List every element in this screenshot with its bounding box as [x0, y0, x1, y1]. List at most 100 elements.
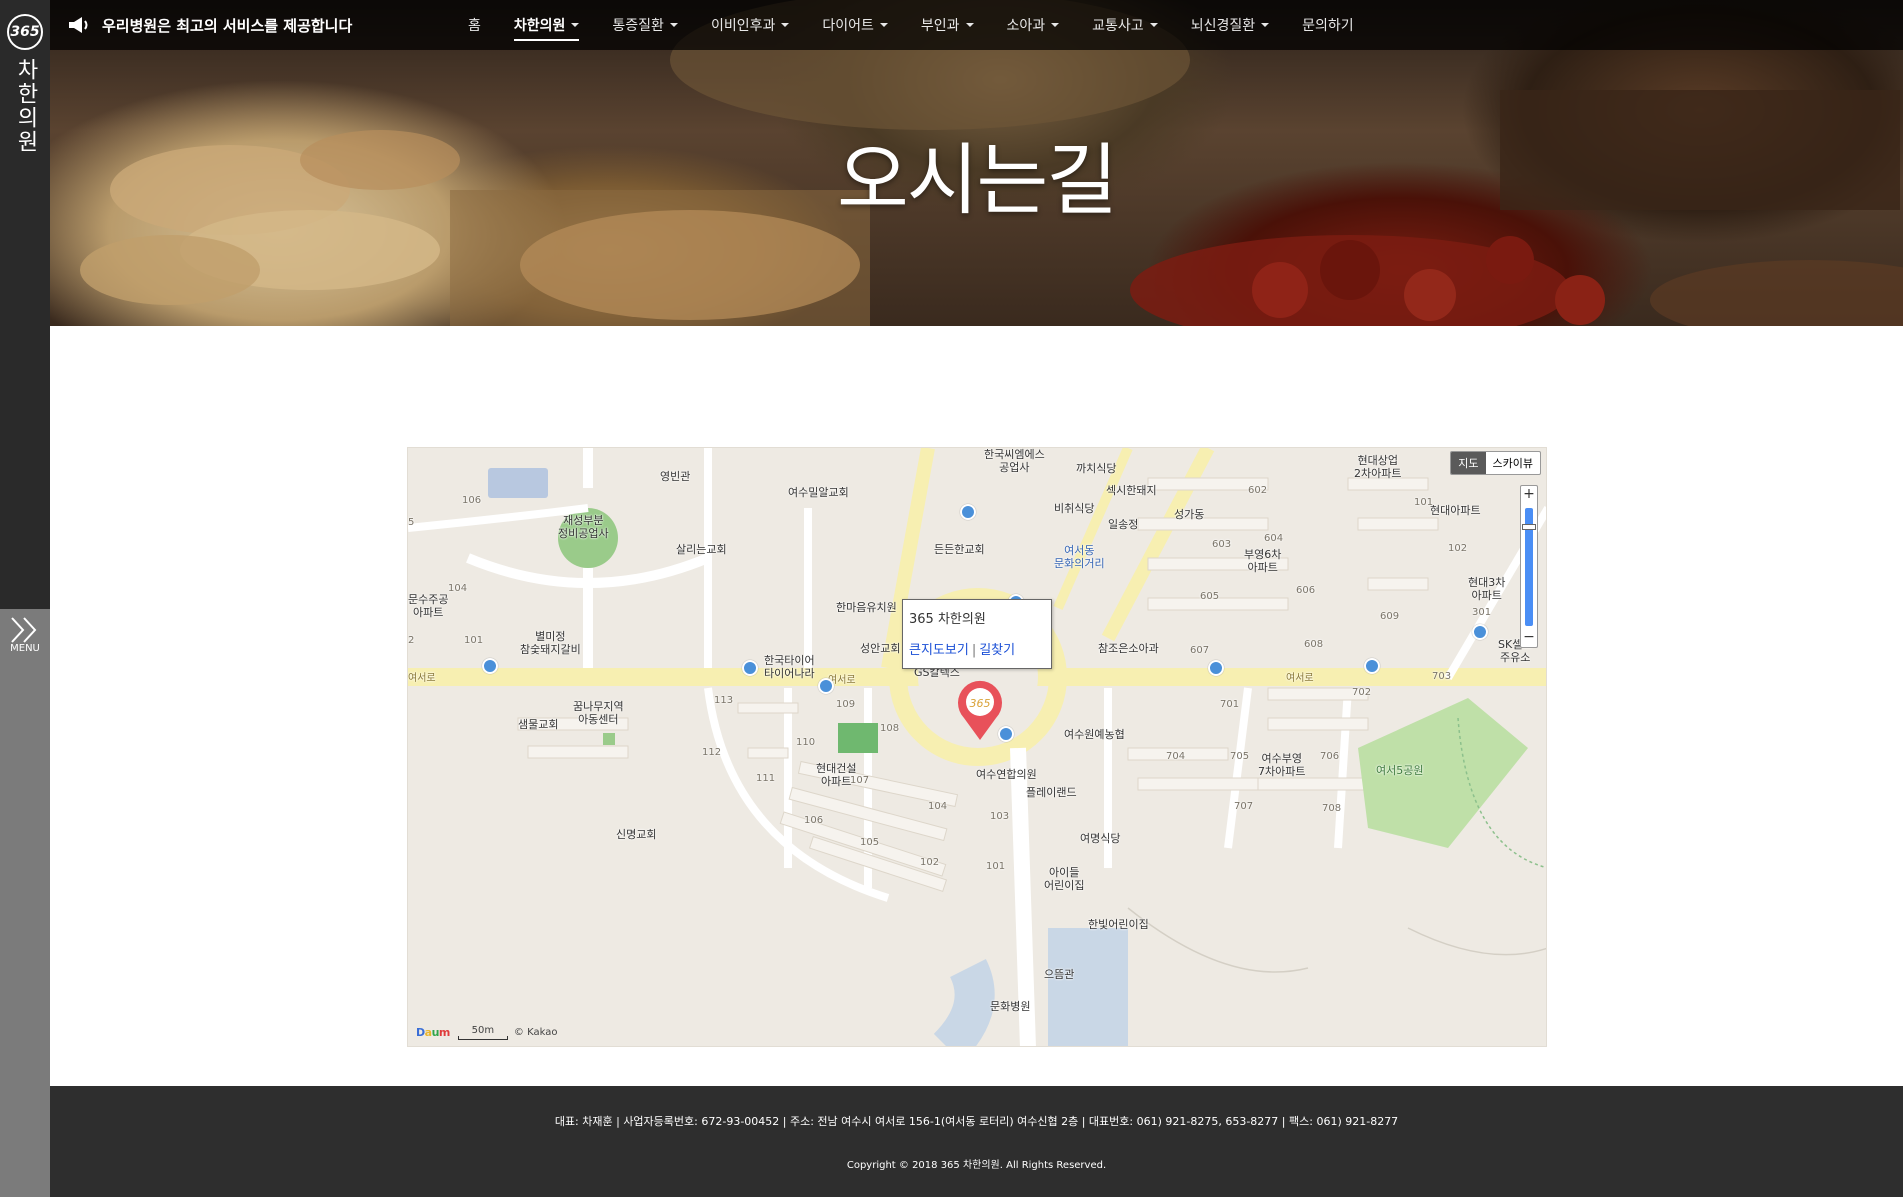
bus-stop-icon[interactable]	[742, 660, 758, 676]
menu-label: MENU	[10, 643, 40, 654]
building-number: 104	[448, 583, 468, 594]
map-label: 현대아파트	[1430, 504, 1481, 517]
building-number: 301	[1472, 607, 1492, 618]
caret-down-icon	[781, 23, 790, 27]
map-label: 문화병원	[990, 1000, 1031, 1013]
building-number: 703	[1432, 671, 1452, 682]
map-label: 성가동	[1174, 508, 1205, 521]
map-type-skyview-button[interactable]: 스카이뷰	[1486, 452, 1540, 474]
menu-toggle-button[interactable]: MENU	[0, 615, 50, 654]
building-number: 602	[1248, 485, 1268, 496]
nav-item-neurology[interactable]: 뇌신경질환	[1191, 11, 1270, 39]
nav-item-diet[interactable]: 다이어트	[822, 11, 888, 39]
building-number: 111	[756, 773, 776, 784]
map-label: 재성부분 정비공업사	[558, 514, 609, 540]
map-label: 섹시한돼지	[1106, 484, 1157, 497]
building-number: 606	[1296, 585, 1316, 596]
map-label: 현대3차 아파트	[1468, 576, 1506, 602]
caret-down-icon	[965, 23, 974, 27]
map-label: 성안교회	[860, 642, 901, 655]
map-label: 여서5공원	[1376, 764, 1424, 777]
location-map[interactable]: 영빈관 여수밀알교회 재성부분 정비공업사 살리는교회 든든한교회 한마음유치원…	[407, 447, 1547, 1047]
building-number: 705	[1230, 751, 1250, 762]
bus-stop-icon[interactable]	[482, 658, 498, 674]
large-map-link[interactable]: 큰지도보기	[909, 643, 969, 658]
building-number: 106	[804, 815, 824, 826]
nav-item-ent[interactable]: 이비인후과	[710, 11, 790, 39]
map-road-label: 여서로	[1286, 673, 1314, 684]
building-number: 706	[1320, 751, 1340, 762]
nav-item-home[interactable]: 홈	[468, 11, 481, 39]
map-label: 여수연합의원	[976, 768, 1037, 781]
double-chevron-right-icon	[11, 617, 37, 643]
main-nav: 홈 차한의원 통증질환 이비인후과 다이어트 부인과 소아과 교통사고 뇌신경질…	[468, 0, 1387, 50]
map-label: 여수부영 7차아파트	[1258, 752, 1306, 778]
building-number: 5	[408, 517, 415, 528]
building-number: 109	[836, 699, 856, 710]
building-number: 607	[1190, 645, 1210, 656]
caret-down-icon	[1051, 23, 1060, 27]
nav-label: 다이어트	[822, 18, 874, 34]
zoom-slider-handle[interactable]	[1522, 524, 1536, 530]
brand-logo[interactable]: 365 차한의원	[4, 14, 46, 154]
caret-down-icon	[669, 23, 678, 27]
map-label: 문수주공 아파트	[408, 593, 449, 619]
map-label: 아이들 어린이집	[1044, 866, 1085, 892]
map-label: 한국타이어 타이어나라	[764, 654, 815, 680]
map-type-map-button[interactable]: 지도	[1451, 452, 1486, 474]
bus-stop-icon[interactable]	[960, 504, 976, 520]
map-label: 비취식당	[1054, 502, 1095, 515]
map-label: 여명식당	[1080, 832, 1121, 845]
bus-stop-icon[interactable]	[1364, 658, 1380, 674]
directions-link[interactable]: 길찾기	[979, 643, 1015, 658]
marker-label: 365	[970, 697, 991, 710]
bus-stop-icon[interactable]	[1208, 660, 1224, 676]
building-number: 701	[1220, 699, 1240, 710]
building-number: 704	[1166, 751, 1186, 762]
nav-item-gynecology[interactable]: 부인과	[921, 11, 974, 39]
building-number: 603	[1212, 539, 1232, 550]
zoom-in-button[interactable]: +	[1521, 486, 1537, 504]
map-label: 참조은소아과	[1098, 642, 1159, 655]
building-number: 609	[1380, 611, 1400, 622]
map-label: 으뜸관	[1044, 968, 1075, 981]
building-number: 101	[464, 635, 484, 646]
map-label: 현대상업 2차아파트	[1354, 454, 1402, 480]
footer-copyright: Copyright © 2018 365 차한의원. All Rights Re…	[846, 1160, 1107, 1171]
bus-stop-icon[interactable]	[818, 678, 834, 694]
building-number: 101	[1414, 497, 1434, 508]
zoom-out-button[interactable]: −	[1521, 629, 1537, 647]
building-number: 702	[1352, 687, 1372, 698]
caret-down-icon	[1261, 23, 1270, 27]
map-label: 여수원예농협	[1064, 728, 1125, 741]
nav-item-pediatrics[interactable]: 소아과	[1007, 11, 1060, 39]
nav-label: 이비인후과	[710, 18, 776, 34]
nav-item-chahan[interactable]: 차한의원	[513, 11, 580, 41]
map-label: 한국씨엠에스 공업사	[984, 448, 1045, 474]
nav-item-traffic-accident[interactable]: 교통사고	[1092, 11, 1158, 39]
nav-item-contact[interactable]: 문의하기	[1302, 11, 1354, 39]
building-number: 102	[920, 857, 940, 868]
map-road-label: 여서로	[408, 673, 436, 684]
building-number: 102	[1448, 543, 1468, 554]
daum-logo[interactable]: Daum	[416, 1026, 450, 1039]
map-label: 별미정 참숯돼지갈비	[520, 630, 581, 656]
caret-down-icon	[571, 23, 580, 27]
map-label: 여수밀알교회	[788, 486, 849, 499]
nav-item-pain[interactable]: 통증질환	[612, 11, 678, 39]
nav-label: 문의하기	[1302, 18, 1354, 34]
building-number: 108	[880, 723, 900, 734]
map-label: 한마음유치원	[836, 601, 897, 614]
building-number: 104	[928, 801, 948, 812]
info-window-title: 365 차한의원	[909, 612, 986, 627]
nav-label: 부인과	[920, 18, 960, 34]
map-label: 일송정	[1108, 518, 1139, 531]
nav-label: 소아과	[1006, 18, 1046, 34]
link-separator: |	[971, 643, 977, 658]
building-number: 608	[1304, 639, 1324, 650]
location-marker-pin[interactable]: 365	[954, 680, 1006, 742]
building-number: 707	[1234, 801, 1254, 812]
map-label: 여서동 문화의거리	[1054, 544, 1105, 570]
map-pin-icon: 365	[958, 680, 1002, 740]
bus-stop-icon[interactable]	[1472, 624, 1488, 640]
